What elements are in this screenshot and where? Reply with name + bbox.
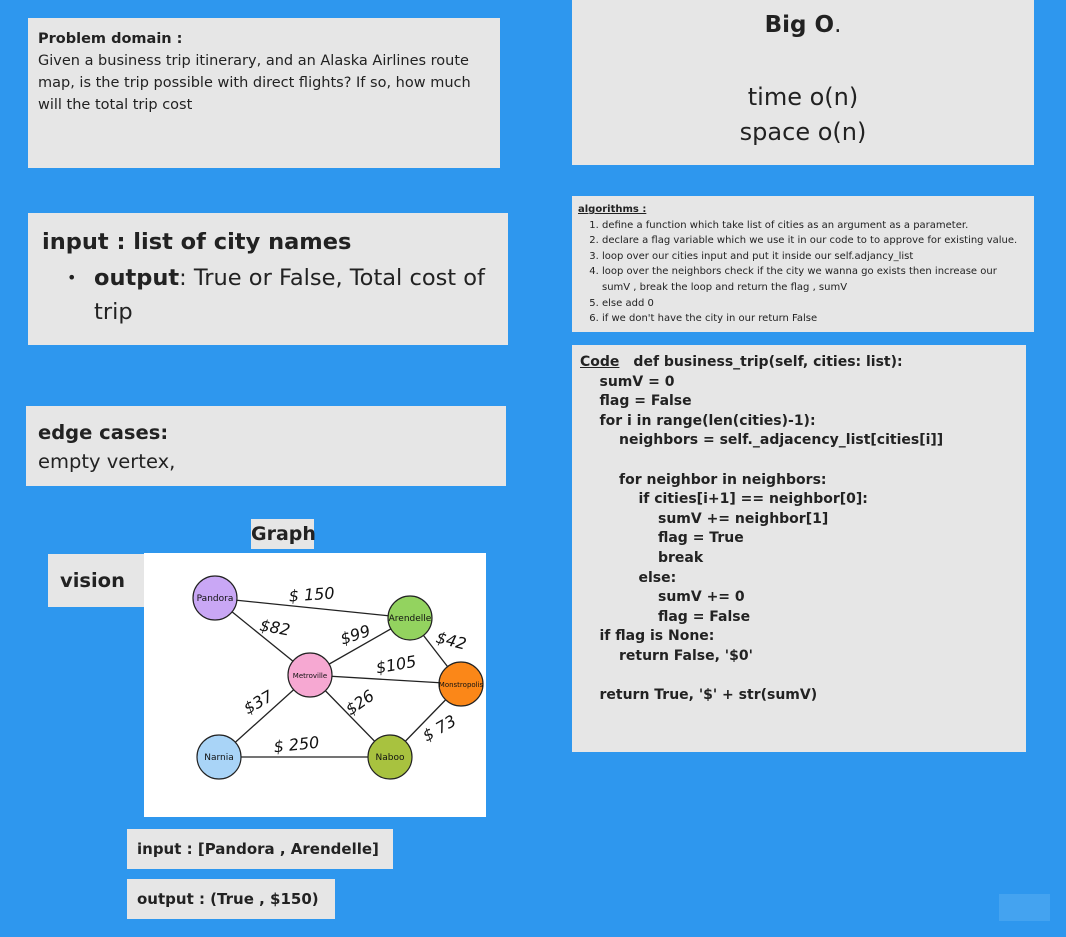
big-o-space: space o(n) <box>739 118 867 146</box>
edge-cases-heading: edge cases: <box>38 421 169 444</box>
example-output: output : (True , $150) <box>127 879 335 919</box>
graph-node-label: Arendelle <box>389 614 432 624</box>
example-input: input : [Pandora , Arendelle] <box>127 829 393 869</box>
graph-label: Graph <box>251 519 316 549</box>
algorithm-step: if we don't have the city in our return … <box>602 311 1028 327</box>
algorithms-heading: algorithms : <box>578 204 647 215</box>
problem-domain-heading: Problem domain : <box>38 31 183 47</box>
code-label: Code <box>580 354 620 370</box>
code-line: neighbors = self._adjacency_list[cities[… <box>580 432 944 449</box>
algorithm-step: loop over our cities input and put it in… <box>602 249 1028 265</box>
output-description: output: True or False, Total cost of tri… <box>67 261 494 329</box>
code-line: if cities[i+1] == neighbor[0]: <box>580 491 868 508</box>
graph-node-label: Pandora <box>197 594 234 604</box>
input-description: input : list of city names <box>42 229 352 255</box>
graph-svg: $ 150$82 $99 $42$105$37 $26$ 250 $ 73 Pandor… <box>192 575 484 780</box>
big-o-title-suffix: . <box>834 12 842 38</box>
output-list: output: True or False, Total cost of tri… <box>42 261 494 329</box>
big-o-title: Big O. <box>572 12 1034 38</box>
algorithm-step: define a function which take list of cit… <box>602 218 1028 234</box>
code-line: flag = True <box>580 530 744 547</box>
graph-edge-cost-label: $42 <box>434 628 468 654</box>
algorithm-step: else add 0 <box>602 296 1028 312</box>
graph-diagram: $ 150 $82 $99 $42 $105 $37 $26 $ 250 $ 73 Pandor… <box>144 553 486 817</box>
graph-node-label: Monstropolis <box>439 681 484 689</box>
code-line: return True, '$' + str(sumV) <box>580 687 818 704</box>
input-output-card: input : list of city names output: True … <box>28 213 508 345</box>
code-line: if flag is None: <box>580 628 715 645</box>
graph-edge-cost-label: $ 150 <box>288 583 335 605</box>
algorithms-list: define a function which take list of cit… <box>578 218 1028 327</box>
graph-edge-cost-label: $ 250 <box>273 733 321 757</box>
code-line: else: <box>580 569 677 586</box>
problem-domain-text: Given a business trip itinerary, and an … <box>38 53 471 113</box>
big-o-time: time o(n) <box>747 83 859 111</box>
graph-edge-cost-label: $ 73 <box>419 711 459 745</box>
code-card: Code def business_trip(self, cities: list… <box>572 345 1026 752</box>
code-line: sumV = 0 <box>580 373 675 390</box>
big-o-card: Big O. time o(n) space o(n) <box>572 0 1034 165</box>
code-line: for neighbor in neighbors: <box>580 471 827 488</box>
vision-label: vision <box>48 554 145 607</box>
code-line: flag = False <box>580 393 692 410</box>
graph-node-label: Metroville <box>293 672 327 680</box>
algorithm-step: declare a flag variable which we use it … <box>602 233 1028 249</box>
edge-cases-card: edge cases: empty vertex, <box>26 406 506 486</box>
code-line: return False, '$0' <box>580 647 753 664</box>
code-line: sumV += 0 <box>580 589 745 606</box>
graph-edge-cost-label: $37 <box>240 686 277 718</box>
code-line-text: def business_trip(self, cities: list): <box>633 354 903 370</box>
corner-widget[interactable] <box>999 894 1050 921</box>
code-line: Code def business_trip(self, cities: list… <box>580 353 1018 373</box>
graph-edge-cost-label: $105 <box>374 652 417 678</box>
big-o-title-text: Big O <box>764 12 835 38</box>
problem-domain-card: Problem domain : Given a business trip i… <box>28 18 500 168</box>
graph-edge-cost-label: $99 <box>338 621 373 649</box>
algorithms-card: algorithms : define a function which tak… <box>572 196 1034 332</box>
graph-edge-cost-label: $82 <box>258 616 291 640</box>
code-line: break <box>580 549 704 566</box>
edge-cases-text: empty vertex, <box>38 450 176 473</box>
output-label: output <box>94 265 180 291</box>
graph-node-label: Naboo <box>376 753 405 763</box>
code-line: flag = False <box>580 608 751 625</box>
graph-node-label: Narnia <box>204 753 234 763</box>
code-line: sumV += neighbor[1] <box>580 510 829 527</box>
code-line: for i in range(len(cities)-1): <box>580 412 816 429</box>
algorithm-step: loop over the neighbors check if the cit… <box>602 264 1028 295</box>
